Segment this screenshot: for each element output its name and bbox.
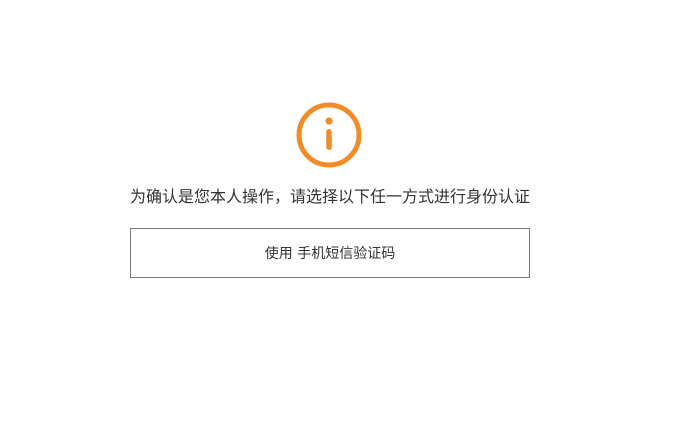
sms-verification-label: 使用 手机短信验证码 bbox=[264, 246, 396, 262]
verification-prompt: 为确认是您本人操作，请选择以下任一方式进行身份认证 bbox=[129, 187, 530, 206]
sms-verification-button[interactable]: 使用 手机短信验证码 bbox=[130, 228, 530, 278]
info-icon bbox=[296, 102, 362, 168]
identity-verification-panel: 为确认是您本人操作，请选择以下任一方式进行身份认证 使用 手机短信验证码 bbox=[0, 0, 684, 440]
